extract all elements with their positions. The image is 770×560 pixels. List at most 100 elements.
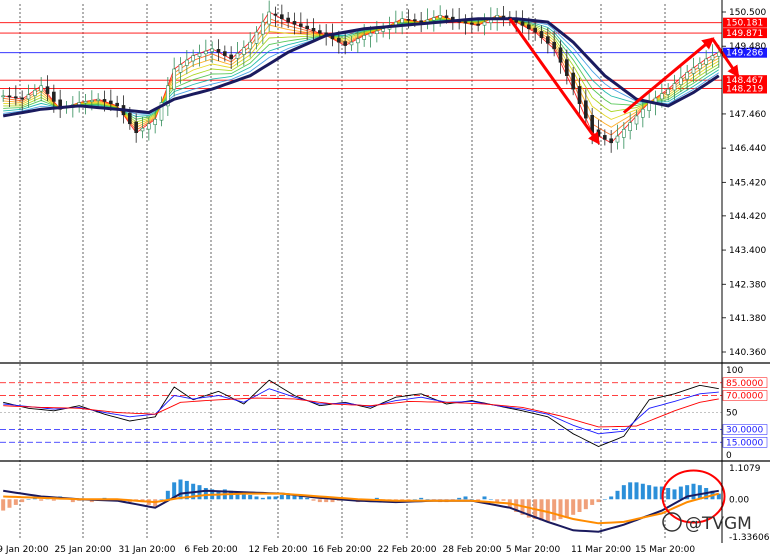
macd-bar xyxy=(324,499,329,503)
candle-body xyxy=(356,38,360,44)
candle-body xyxy=(546,36,550,44)
price-candles xyxy=(1,0,721,153)
candle-body xyxy=(710,55,715,61)
macd-bar xyxy=(602,499,607,500)
macd-bar xyxy=(279,495,284,500)
candle-body xyxy=(533,27,537,33)
trading-chart: 150.181149.871149.286148.467148.219 85.0… xyxy=(0,0,770,555)
macd-bar xyxy=(178,479,183,500)
macd-bar xyxy=(273,496,278,500)
macd-bar xyxy=(267,496,272,500)
candle-body xyxy=(197,53,202,57)
candle-body xyxy=(444,15,449,18)
y-tick-label: 145.420 xyxy=(729,178,766,188)
macd-bar xyxy=(203,487,208,500)
candle-body xyxy=(153,118,157,125)
candle-body xyxy=(400,18,404,24)
candle-body xyxy=(476,23,480,26)
candle-body xyxy=(362,35,366,40)
candle-body xyxy=(368,32,373,37)
x-tick-label: 19 Jan 20:00 xyxy=(0,545,49,555)
y-tick-label: 150.500 xyxy=(729,8,766,18)
rsi-level-label: 85.0000 xyxy=(726,379,763,389)
candle-body xyxy=(470,22,474,25)
candle-body xyxy=(413,19,417,22)
candle-body xyxy=(280,14,284,20)
candle-body xyxy=(318,30,322,34)
candle-body xyxy=(463,21,468,24)
candle-body xyxy=(33,89,37,96)
candle-body xyxy=(641,108,645,118)
price-level-label: 148.219 xyxy=(726,84,763,94)
candle-body xyxy=(134,121,138,134)
candle-body xyxy=(83,101,88,104)
vertical-grid xyxy=(19,4,666,540)
macd-bar xyxy=(501,499,506,501)
candle-body xyxy=(299,23,303,27)
x-tick-label: 12 Feb 20:00 xyxy=(248,545,307,555)
candle-body xyxy=(527,24,531,30)
price-level-label: 149.871 xyxy=(726,29,763,39)
macd-tick-label: 1.1079 xyxy=(729,464,761,474)
candle-body xyxy=(229,54,233,60)
macd-bar xyxy=(571,499,576,515)
candle-body xyxy=(609,138,613,144)
macd-bar xyxy=(621,485,626,500)
macd-bar xyxy=(577,499,582,512)
candle-body xyxy=(311,28,316,32)
candle-body xyxy=(292,21,297,25)
macd-bar xyxy=(311,499,316,501)
candle-body xyxy=(178,64,183,73)
macd-bar xyxy=(615,490,620,500)
macd-bar xyxy=(552,499,557,521)
y-tick-label: 146.440 xyxy=(729,144,766,154)
macd-tick-label: -1.33606 xyxy=(729,533,770,543)
candle-body xyxy=(261,21,265,35)
candle-body xyxy=(20,97,24,100)
candle-body xyxy=(666,88,670,95)
candle-body xyxy=(691,67,696,74)
y-tick-label: 141.380 xyxy=(729,314,766,324)
candle-body xyxy=(242,47,246,55)
candle-body xyxy=(634,115,639,125)
candle-body xyxy=(520,21,525,26)
macd-bar xyxy=(305,497,310,500)
rsi-tick-label: 100 xyxy=(726,366,743,376)
candle-body xyxy=(558,47,563,63)
macd-bar xyxy=(691,483,696,500)
candle-body xyxy=(14,96,18,99)
rsi-level-label: 30.0000 xyxy=(726,426,763,436)
candle-body xyxy=(539,31,544,39)
candle-body xyxy=(381,28,385,32)
candle-body xyxy=(584,100,588,119)
macd-bar xyxy=(596,499,601,503)
candle-body xyxy=(482,21,487,26)
candle-body xyxy=(254,31,259,44)
candle-body xyxy=(565,59,569,77)
axes: 19 Jan 20:00 25 Jan 20:00 31 Jan 20:00 6 Fe… xyxy=(0,0,770,555)
candle-body xyxy=(267,11,271,25)
x-tick-label: 16 Feb 20:00 xyxy=(312,545,371,555)
x-tick-label: 31 Jan 20:00 xyxy=(119,545,176,555)
candle-body xyxy=(140,127,145,132)
x-tick-label: 28 Feb 20:00 xyxy=(442,545,501,555)
macd-bar xyxy=(1,499,6,511)
candle-body xyxy=(343,41,347,46)
candle-body xyxy=(191,55,195,62)
candle-body xyxy=(647,102,651,111)
macd-bar xyxy=(482,496,487,500)
candle-body xyxy=(216,49,221,53)
macd-bar xyxy=(248,495,253,500)
macd-bar xyxy=(634,482,639,500)
candle-body xyxy=(337,37,341,43)
y-tick-label: 144.420 xyxy=(729,212,766,222)
candle-body xyxy=(286,17,290,23)
macd-bar xyxy=(545,499,550,522)
candle-body xyxy=(235,53,240,59)
macd-bar xyxy=(666,487,671,500)
candle-body xyxy=(438,15,442,19)
macd-bar xyxy=(39,499,44,501)
candle-body xyxy=(248,41,252,50)
macd-bar xyxy=(697,485,702,500)
macd-bar xyxy=(159,499,164,500)
